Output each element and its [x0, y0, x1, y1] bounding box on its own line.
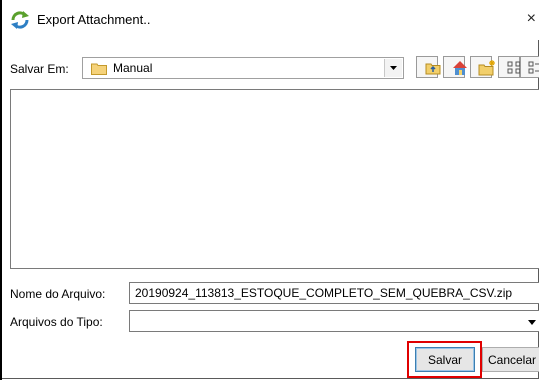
details-view-button[interactable]: [520, 56, 539, 78]
up-one-level-icon: [423, 63, 443, 81]
filetype-select[interactable]: [129, 310, 539, 332]
save-button[interactable]: Salvar: [415, 347, 475, 372]
filename-value: 20190924_113813_ESTOQUE_COMPLETO_SEM_QUE…: [135, 286, 513, 300]
lookin-label: Salvar Em:: [10, 62, 69, 76]
details-view-icon: [527, 61, 539, 81]
list-view-button[interactable]: [498, 56, 521, 78]
filetype-label: Arquivos do Tipo:: [10, 315, 103, 329]
export-dialog: Export Attachment.. × Salvar Em: Manual: [0, 0, 539, 379]
home-button[interactable]: [443, 56, 467, 78]
up-one-level-button[interactable]: [416, 56, 441, 78]
window-border: [0, 0, 2, 380]
new-folder-button[interactable]: [470, 56, 495, 78]
lookin-value: Manual: [113, 61, 153, 75]
home-icon: [450, 61, 470, 81]
close-icon[interactable]: ×: [527, 10, 536, 28]
filename-label: Nome do Arquivo:: [10, 287, 106, 301]
file-list[interactable]: [10, 89, 539, 269]
lookin-label-text: Salvar Em:: [10, 62, 69, 76]
folder-icon: [91, 62, 107, 78]
lookin-combobox[interactable]: Manual: [82, 57, 404, 79]
chevron-down-icon[interactable]: [384, 59, 402, 77]
chevron-down-icon[interactable]: [527, 316, 537, 330]
window-title: Export Attachment..: [37, 12, 151, 27]
new-folder-icon: [477, 60, 497, 81]
export-arrows-icon: [10, 11, 30, 29]
title-bar: Export Attachment.. ×: [1, 0, 539, 40]
filename-input[interactable]: 20190924_113813_ESTOQUE_COMPLETO_SEM_QUE…: [129, 282, 539, 304]
cancel-button[interactable]: Cancelar: [482, 347, 539, 372]
